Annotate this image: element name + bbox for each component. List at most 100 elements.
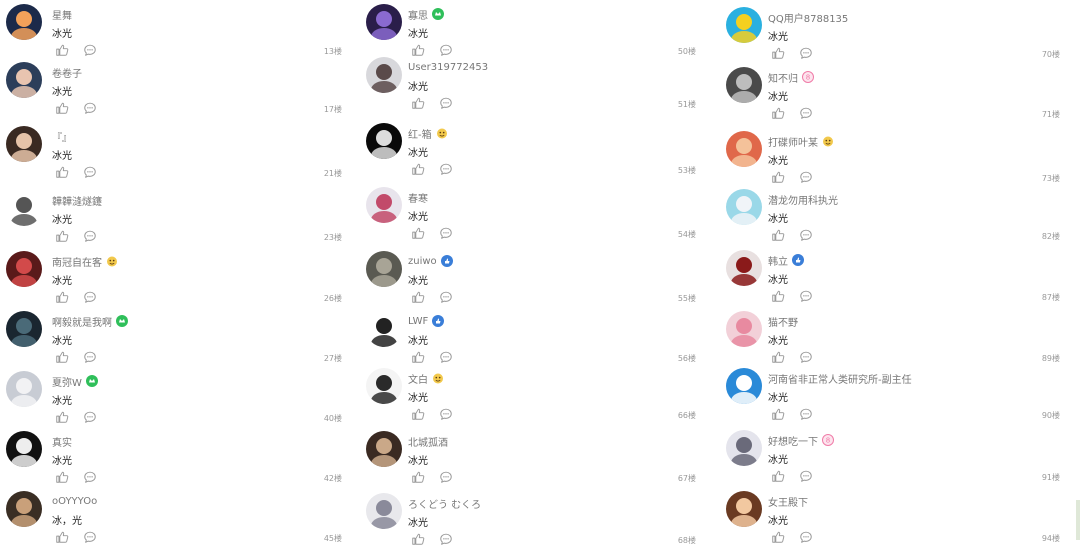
username[interactable]: 寡思 <box>408 7 428 22</box>
username[interactable]: oOYYYOo <box>52 496 97 507</box>
comment-bubble-icon[interactable] <box>83 229 97 243</box>
username[interactable]: User319772453 <box>408 62 488 73</box>
username[interactable]: 夏弥W <box>52 374 82 389</box>
comment-bubble-icon[interactable] <box>799 228 813 242</box>
avatar[interactable] <box>726 7 762 43</box>
comment-bubble-icon[interactable] <box>799 469 813 483</box>
comment-bubble-icon[interactable] <box>439 96 453 110</box>
scrollbar[interactable] <box>1076 500 1080 540</box>
username[interactable]: 好想吃一下 <box>768 433 818 448</box>
comment-bubble-icon[interactable] <box>439 350 453 364</box>
avatar[interactable] <box>366 187 402 223</box>
comment-bubble-icon[interactable] <box>83 290 97 304</box>
thumbs-up-icon[interactable] <box>55 101 69 115</box>
avatar[interactable] <box>726 430 762 466</box>
avatar[interactable] <box>366 57 402 93</box>
thumbs-up-icon[interactable] <box>55 410 69 424</box>
avatar[interactable] <box>6 190 42 226</box>
comment-bubble-icon[interactable] <box>799 530 813 544</box>
thumbs-up-icon[interactable] <box>771 289 785 303</box>
avatar[interactable] <box>366 311 402 347</box>
comment-bubble-icon[interactable] <box>439 162 453 176</box>
avatar[interactable] <box>726 491 762 527</box>
thumbs-up-icon[interactable] <box>771 106 785 120</box>
comment-bubble-icon[interactable] <box>83 43 97 57</box>
comment-bubble-icon[interactable] <box>83 165 97 179</box>
username[interactable]: 文白 <box>408 371 428 386</box>
comment-bubble-icon[interactable] <box>83 410 97 424</box>
thumbs-up-icon[interactable] <box>411 532 425 546</box>
comment-bubble-icon[interactable] <box>439 290 453 304</box>
avatar[interactable] <box>366 4 402 40</box>
thumbs-up-icon[interactable] <box>55 530 69 544</box>
username[interactable]: 河南省非正常人类研究所-副主任 <box>768 371 912 386</box>
thumbs-up-icon[interactable] <box>771 530 785 544</box>
username[interactable]: 南冠自在客 <box>52 254 102 269</box>
thumbs-up-icon[interactable] <box>411 470 425 484</box>
avatar[interactable] <box>366 431 402 467</box>
comment-bubble-icon[interactable] <box>799 106 813 120</box>
avatar[interactable] <box>366 493 402 529</box>
username[interactable]: 卷卷子 <box>52 65 82 80</box>
comment-bubble-icon[interactable] <box>439 226 453 240</box>
thumbs-up-icon[interactable] <box>771 407 785 421</box>
thumbs-up-icon[interactable] <box>55 350 69 364</box>
thumbs-up-icon[interactable] <box>55 229 69 243</box>
avatar[interactable] <box>6 251 42 287</box>
thumbs-up-icon[interactable] <box>411 162 425 176</box>
avatar[interactable] <box>366 368 402 404</box>
avatar[interactable] <box>6 311 42 347</box>
comment-bubble-icon[interactable] <box>799 46 813 60</box>
comment-bubble-icon[interactable] <box>439 407 453 421</box>
thumbs-up-icon[interactable] <box>411 350 425 364</box>
comment-bubble-icon[interactable] <box>799 289 813 303</box>
comment-bubble-icon[interactable] <box>83 470 97 484</box>
thumbs-up-icon[interactable] <box>411 226 425 240</box>
username[interactable]: 红-箱 <box>408 126 432 141</box>
username[interactable]: ろくどう むくろ <box>408 496 481 511</box>
thumbs-up-icon[interactable] <box>411 290 425 304</box>
comment-bubble-icon[interactable] <box>83 101 97 115</box>
username[interactable]: LWF <box>408 316 428 327</box>
username[interactable]: QQ用户8788135 <box>768 10 848 25</box>
avatar[interactable] <box>6 491 42 527</box>
comment-bubble-icon[interactable] <box>799 170 813 184</box>
avatar[interactable] <box>6 62 42 98</box>
thumbs-up-icon[interactable] <box>771 170 785 184</box>
thumbs-up-icon[interactable] <box>55 165 69 179</box>
comment-bubble-icon[interactable] <box>83 530 97 544</box>
thumbs-up-icon[interactable] <box>771 469 785 483</box>
username[interactable]: 打碟师叶某 <box>768 134 818 149</box>
username[interactable]: 猫不野 <box>768 314 798 329</box>
avatar[interactable] <box>726 67 762 103</box>
username[interactable]: 潜龙勿用科执光 <box>768 192 838 207</box>
avatar[interactable] <box>6 371 42 407</box>
thumbs-up-icon[interactable] <box>411 96 425 110</box>
username[interactable]: zuiwo <box>408 256 437 267</box>
username[interactable]: 啊毅就是我啊 <box>52 314 112 329</box>
avatar[interactable] <box>366 251 402 287</box>
thumbs-up-icon[interactable] <box>771 46 785 60</box>
thumbs-up-icon[interactable] <box>771 350 785 364</box>
username[interactable]: 春寒 <box>408 190 428 205</box>
avatar[interactable] <box>6 4 42 40</box>
username[interactable]: 真实 <box>52 434 72 449</box>
avatar[interactable] <box>726 189 762 225</box>
avatar[interactable] <box>726 250 762 286</box>
avatar[interactable] <box>726 368 762 404</box>
username[interactable]: 韡韡漨燧鑳 <box>52 193 102 208</box>
avatar[interactable] <box>726 311 762 347</box>
thumbs-up-icon[interactable] <box>55 470 69 484</box>
avatar[interactable] <box>6 126 42 162</box>
thumbs-up-icon[interactable] <box>771 228 785 242</box>
avatar[interactable] <box>366 123 402 159</box>
username[interactable]: 北城孤酒 <box>408 434 448 449</box>
username[interactable]: 韩立 <box>768 253 788 268</box>
thumbs-up-icon[interactable] <box>55 290 69 304</box>
username[interactable]: 星舞 <box>52 7 72 22</box>
thumbs-up-icon[interactable] <box>55 43 69 57</box>
username[interactable]: 女王殿下 <box>768 494 808 509</box>
avatar[interactable] <box>726 131 762 167</box>
comment-bubble-icon[interactable] <box>439 532 453 546</box>
username[interactable]: 『』 <box>52 129 72 144</box>
